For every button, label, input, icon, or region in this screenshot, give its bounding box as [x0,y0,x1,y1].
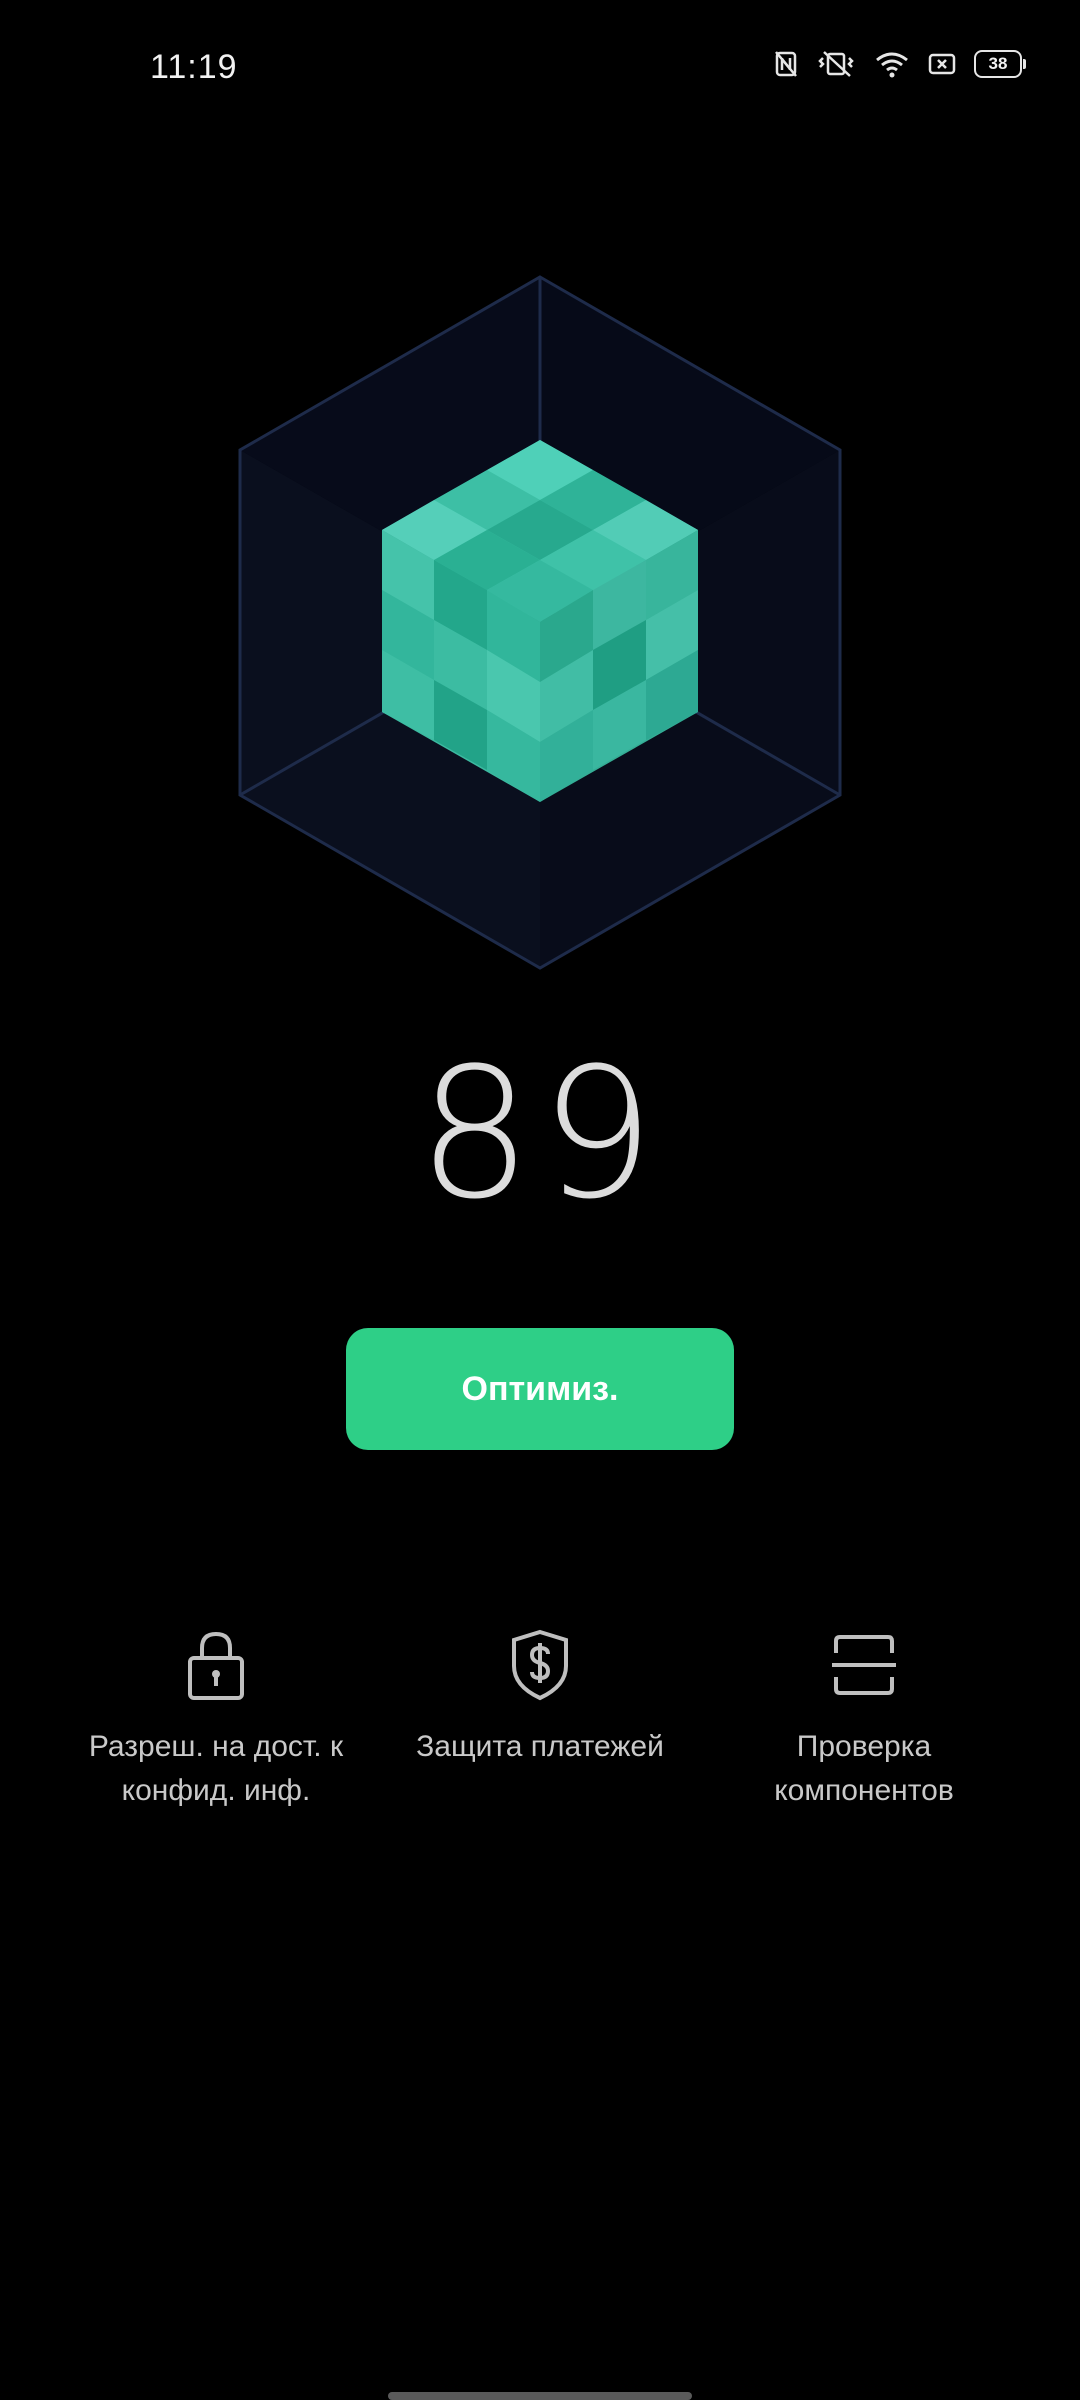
tool-privacy-permissions[interactable]: Разреш. на дост. к конфид. инф. [54,1625,378,1813]
battery-icon: 38 [974,50,1026,78]
wifi-icon [874,50,910,78]
battery-level: 38 [988,54,1008,73]
tool-component-check[interactable]: Проверка компонентов [702,1625,1026,1813]
vibrate-mute-icon [816,50,856,78]
optimize-button[interactable]: Оптимиз. [346,1328,734,1450]
lock-icon [176,1625,256,1705]
scan-icon [824,1625,904,1705]
nfc-icon [774,50,798,78]
shield-dollar-icon [500,1625,580,1705]
security-cube-illustration [0,260,1080,980]
tool-label: Разреш. на дост. к конфид. инф. [88,1730,344,1807]
tools-row: Разреш. на дост. к конфид. инф. Защита п… [0,1625,1080,1813]
sim-icon [928,52,956,76]
status-bar: 11:19 38 [0,0,1080,140]
tool-label: Защита платежей [416,1730,664,1763]
tool-label: Проверка компонентов [774,1730,954,1807]
home-indicator[interactable] [388,2392,692,2400]
status-icons: 38 [774,50,1026,78]
status-time: 11:19 [150,48,238,86]
security-score: 89 [417,1030,663,1239]
tool-payment-protection[interactable]: Защита платежей [378,1625,702,1813]
